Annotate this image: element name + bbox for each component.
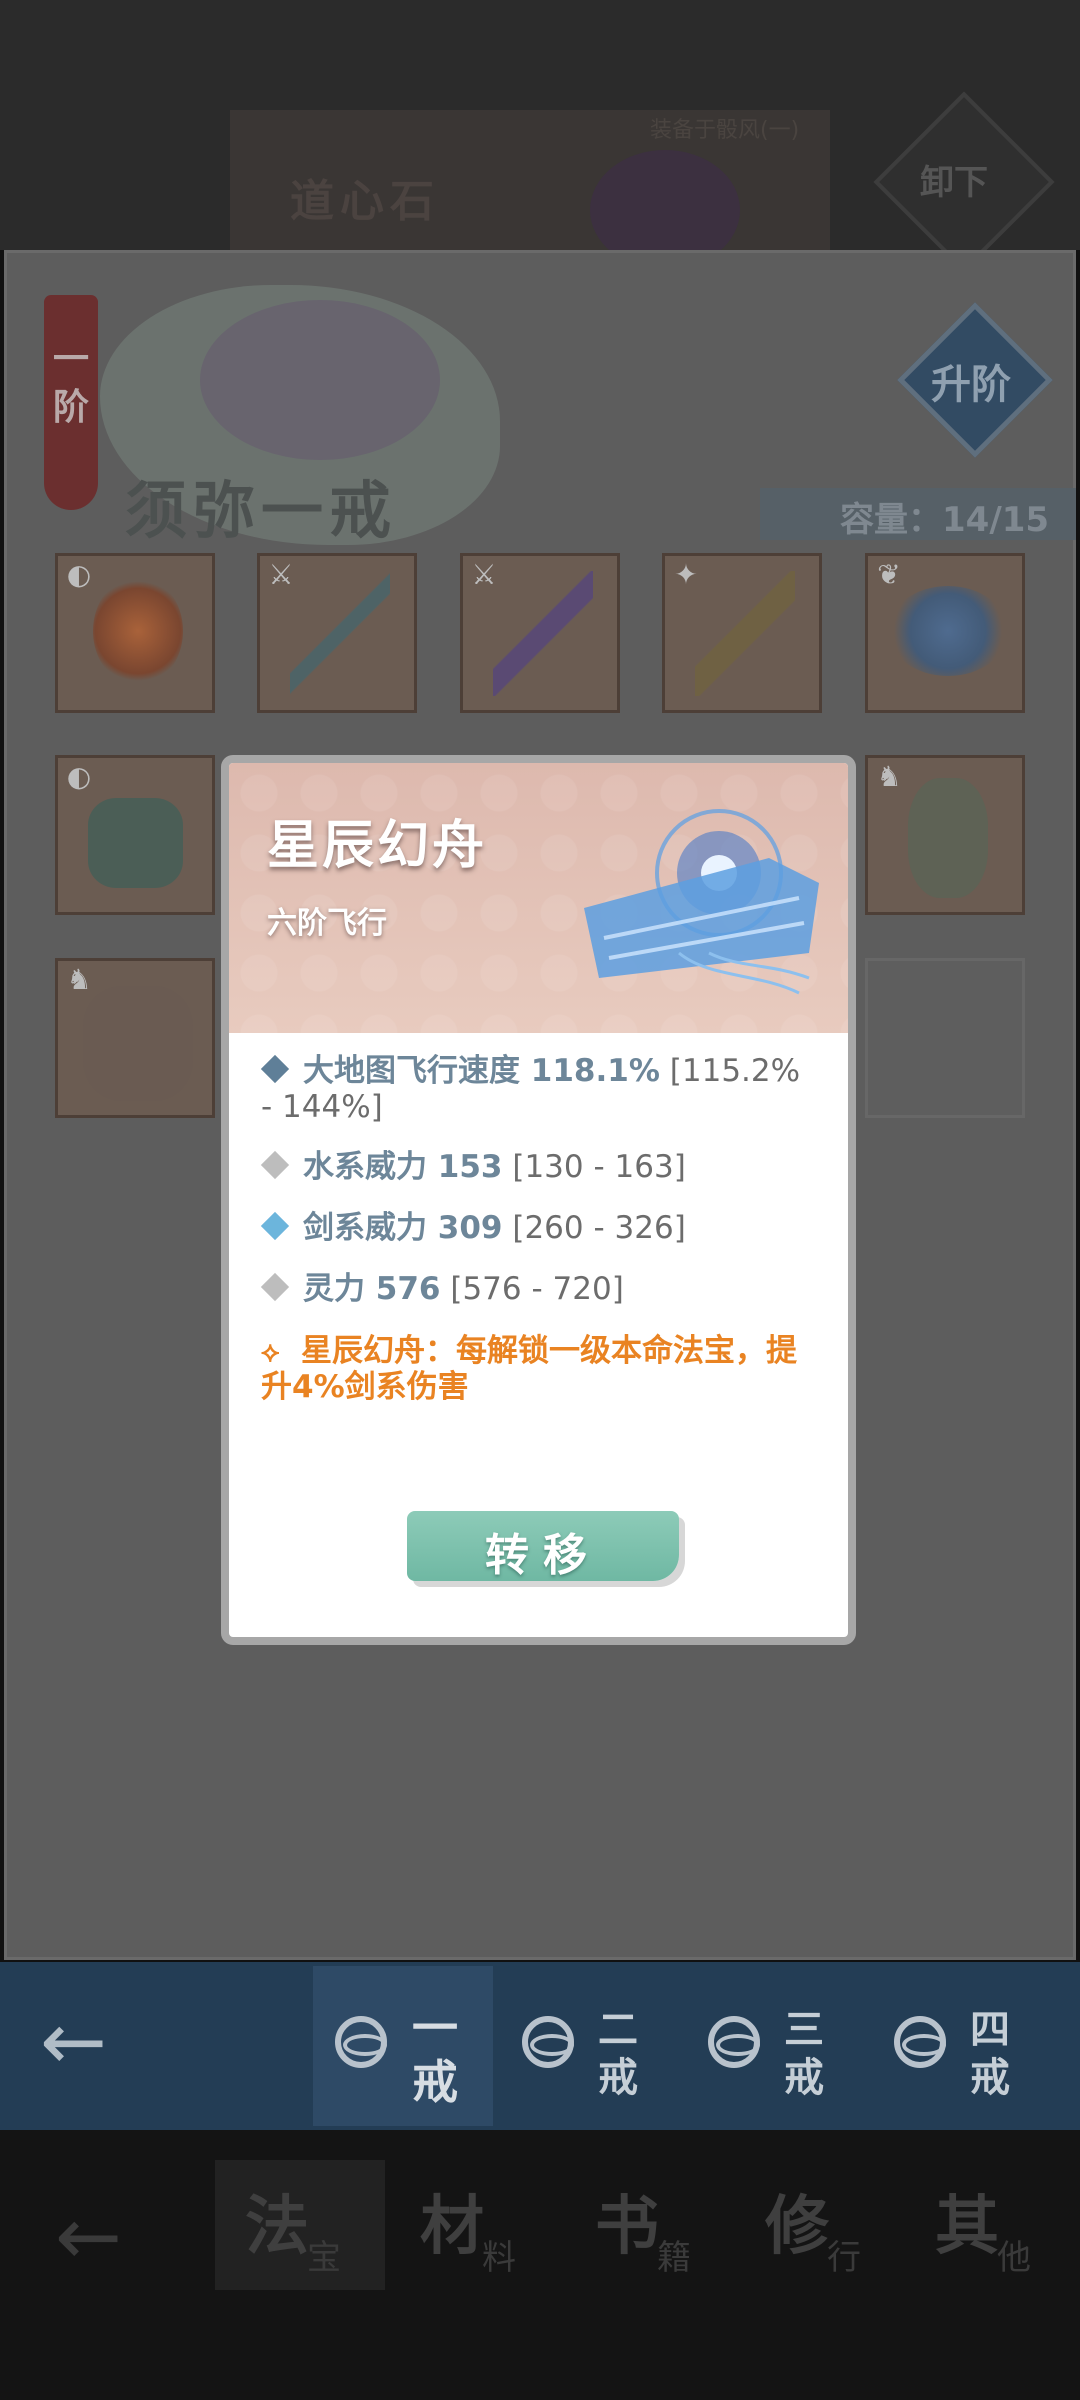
diamond-bullet-icon bbox=[260, 1054, 290, 1084]
item-subtitle: 六阶飞行 bbox=[267, 906, 387, 941]
item-slot[interactable]: ♞ bbox=[865, 755, 1025, 915]
stat-name: 灵力 576 bbox=[303, 1271, 441, 1307]
nav-tab-big: 书 bbox=[595, 2189, 659, 2264]
ring-tab-label: 二戒 bbox=[598, 2006, 638, 2101]
diamond-bullet-icon bbox=[260, 1272, 290, 1302]
upgrade-label: 升阶 bbox=[931, 362, 1011, 408]
ring-tab-3[interactable]: 三戒 bbox=[686, 1966, 866, 2126]
item-detail-dialog: 星辰幻舟 六阶飞行 大地图飞行速度 118.1% [115.2% - 144%]… bbox=[221, 755, 856, 1645]
stat-row: 水系威力 153 [130 - 163] bbox=[260, 1149, 821, 1185]
stat-name: 大地图飞行速度 118.1% bbox=[303, 1053, 660, 1089]
set-effect-text: 星辰幻舟：每解锁一级本命法宝，提升4%剑系伤害 bbox=[261, 1333, 797, 1405]
nav-tab-cultivate[interactable]: 修 行 bbox=[735, 2160, 905, 2290]
nav-tab-other[interactable]: 其 他 bbox=[905, 2160, 1075, 2290]
unequip-label: 卸下 bbox=[920, 163, 988, 203]
item-slot[interactable]: ◐ bbox=[55, 755, 215, 915]
nav-tab-treasure[interactable]: 法 宝 bbox=[215, 2160, 385, 2290]
ring-icon bbox=[522, 2016, 574, 2068]
stat-name: 剑系威力 309 bbox=[303, 1210, 503, 1246]
nav-tab-big: 其 bbox=[935, 2189, 999, 2264]
drum-icon bbox=[88, 798, 183, 888]
back-arrow-icon[interactable]: ← bbox=[40, 2002, 130, 2082]
background-equip-note: 装备于骰风(一) bbox=[650, 118, 800, 143]
stat-row: 剑系威力 309 [260 - 326] bbox=[260, 1210, 821, 1246]
golden-staff-icon bbox=[695, 571, 795, 696]
ring-art-gem bbox=[200, 300, 440, 460]
item-title: 星辰幻舟 bbox=[267, 815, 488, 876]
diamond-bullet-icon bbox=[260, 1211, 290, 1241]
star-boat-art-icon bbox=[584, 809, 819, 995]
nav-tab-big: 修 bbox=[765, 2189, 829, 2264]
transfer-button-label: 转移 bbox=[485, 1530, 601, 1581]
item-slot[interactable]: ❦ bbox=[865, 553, 1025, 713]
nav-tab-material[interactable]: 材 料 bbox=[390, 2160, 560, 2290]
star-boat-icon bbox=[888, 586, 1008, 676]
stat-row: 大地图飞行速度 118.1% [115.2% - 144%] bbox=[260, 1053, 821, 1125]
nav-tab-big: 材 bbox=[420, 2189, 484, 2264]
ring-icon bbox=[708, 2016, 760, 2068]
tier-label: 一阶 bbox=[52, 338, 89, 428]
stat-range: [130 - 163] bbox=[502, 1149, 686, 1185]
orb-type-icon: ◐ bbox=[66, 558, 92, 591]
boot-type-icon: ♞ bbox=[876, 760, 902, 793]
item-slot[interactable]: ⚔ bbox=[257, 553, 417, 713]
stat-range: [260 - 326] bbox=[502, 1210, 686, 1246]
diamond-bullet-icon bbox=[260, 1150, 290, 1180]
nav-tab-small: 宝 bbox=[307, 2238, 341, 2278]
ring-tab-label: 三戒 bbox=[784, 2006, 824, 2101]
wing-type-icon: ❦ bbox=[877, 558, 901, 591]
item-slot[interactable]: ✦ bbox=[662, 553, 822, 713]
set-effect-row: ⟡ 星辰幻舟：每解锁一级本命法宝，提升4%剑系伤害 bbox=[261, 1333, 821, 1405]
armor-icon bbox=[908, 778, 988, 898]
empty-slot[interactable] bbox=[865, 958, 1025, 1118]
tier-ribbon: 一阶 bbox=[44, 295, 98, 510]
nav-tab-small: 籍 bbox=[657, 2238, 691, 2278]
purple-blade-icon bbox=[493, 571, 593, 696]
ring-tab-1[interactable]: 一戒 bbox=[313, 1966, 493, 2126]
boots-icon bbox=[83, 986, 193, 1101]
set-link-icon: ⟡ bbox=[261, 1335, 280, 1368]
ring-tab-4[interactable]: 四戒 bbox=[872, 1966, 1052, 2126]
ring-tab-label: 四戒 bbox=[970, 2006, 1010, 2101]
item-slot[interactable]: ⚔ bbox=[460, 553, 620, 713]
fire-orb-icon bbox=[93, 576, 183, 686]
background-stone-title: 道心石 bbox=[290, 176, 440, 227]
ring-tab-2[interactable]: 二戒 bbox=[500, 1966, 680, 2126]
item-slot[interactable]: ◐ bbox=[55, 553, 215, 713]
nav-tab-small: 行 bbox=[827, 2238, 861, 2278]
ring-name: 须弥一戒 bbox=[125, 474, 398, 547]
nav-tab-big: 法 bbox=[245, 2189, 309, 2264]
capacity-label: 容量：14/15 bbox=[840, 500, 1050, 540]
orb-type-icon: ◐ bbox=[66, 760, 92, 793]
item-slot[interactable]: ♞ bbox=[55, 958, 215, 1118]
transfer-button[interactable]: 转移 bbox=[407, 1511, 679, 1581]
bottom-back-icon[interactable]: ← bbox=[55, 2190, 122, 2283]
ring-icon bbox=[335, 2016, 387, 2068]
boot-type-icon: ♞ bbox=[66, 963, 92, 996]
ring-tab-label: 一戒 bbox=[412, 2001, 458, 2109]
ring-icon bbox=[894, 2016, 946, 2068]
nav-tab-small: 料 bbox=[482, 2238, 516, 2278]
stat-row: 灵力 576 [576 - 720] bbox=[260, 1271, 821, 1307]
sword-icon bbox=[290, 571, 390, 696]
nav-tab-books[interactable]: 书 籍 bbox=[565, 2160, 735, 2290]
nav-tab-small: 他 bbox=[997, 2238, 1031, 2278]
dialog-header: 星辰幻舟 六阶飞行 bbox=[229, 763, 848, 1033]
stat-range: [576 - 720] bbox=[440, 1271, 624, 1307]
stat-name: 水系威力 153 bbox=[303, 1149, 503, 1185]
